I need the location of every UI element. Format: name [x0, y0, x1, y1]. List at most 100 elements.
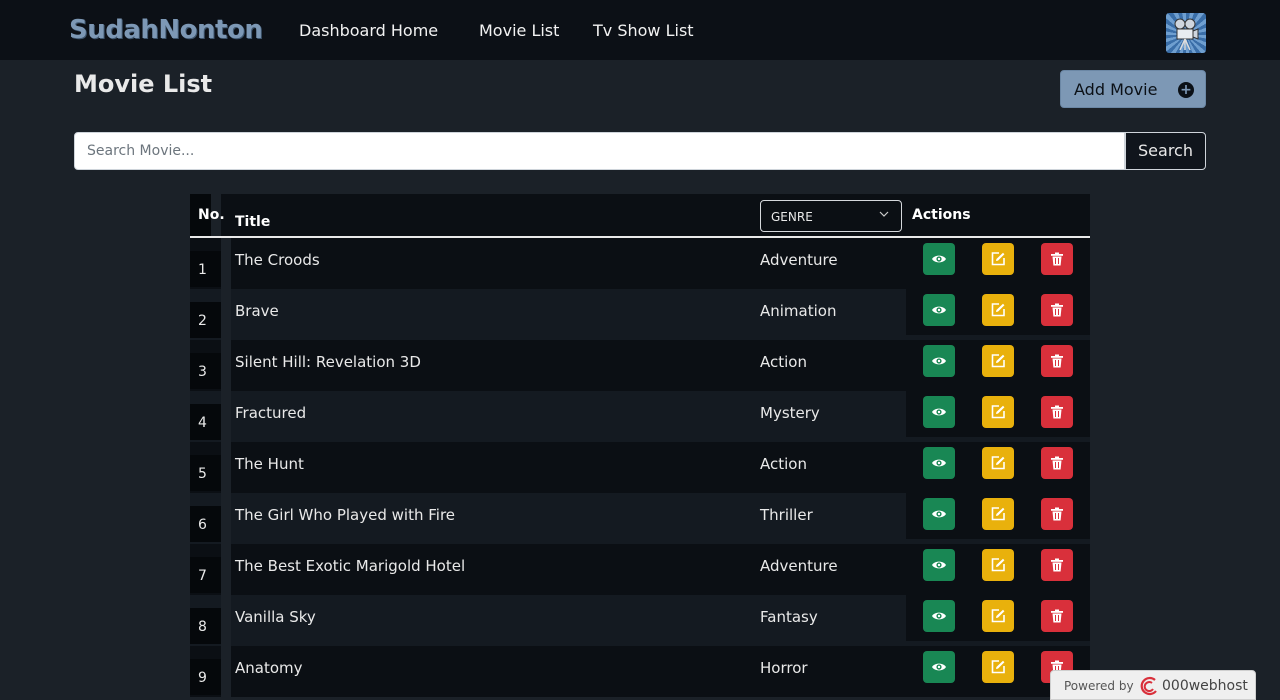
movie-genre: Fantasy [760, 608, 818, 626]
table-row: 9 Anatomy Horror [190, 646, 1090, 697]
edit-button[interactable] [982, 345, 1014, 377]
camera-icon [1174, 18, 1199, 51]
webhost-logo-icon [1140, 676, 1157, 696]
row-number-cell: 6 [190, 506, 221, 542]
movie-genre: Action [760, 353, 807, 371]
delete-button[interactable] [1041, 396, 1073, 428]
delete-button[interactable] [1041, 600, 1073, 632]
view-button[interactable] [923, 600, 955, 632]
nav-link-tv-show-list[interactable]: Tv Show List [593, 21, 694, 40]
delete-button[interactable] [1041, 447, 1073, 479]
view-button[interactable] [923, 549, 955, 581]
search-button[interactable]: Search [1125, 132, 1206, 170]
genre-select[interactable]: GENRE [760, 200, 902, 232]
header-no-label: No. [198, 207, 225, 223]
search-bar: Search [74, 132, 1206, 170]
cell-gap [221, 595, 231, 646]
host-name: 000webhost [1162, 678, 1248, 694]
table-row: 3 Silent Hill: Revelation 3D Action [190, 340, 1090, 391]
row-number: 7 [198, 568, 207, 584]
cell-gap [221, 391, 231, 442]
view-button[interactable] [923, 294, 955, 326]
edit-button[interactable] [982, 651, 1014, 683]
movie-title: Brave [235, 302, 279, 320]
avatar[interactable] [1166, 13, 1206, 53]
cell-gap [221, 544, 231, 595]
row-number-cell: 9 [190, 659, 221, 695]
row-number: 4 [198, 415, 207, 431]
delete-button[interactable] [1041, 498, 1073, 530]
chevron-down-icon [879, 211, 889, 217]
movie-genre: Mystery [760, 404, 820, 422]
view-button[interactable] [923, 396, 955, 428]
edit-button[interactable] [982, 243, 1014, 275]
edit-button[interactable] [982, 447, 1014, 479]
delete-button[interactable] [1041, 294, 1073, 326]
row-number: 1 [198, 262, 207, 278]
edit-button[interactable] [982, 600, 1014, 632]
row-number: 3 [198, 364, 207, 380]
movie-genre: Horror [760, 659, 808, 677]
movie-title: Vanilla Sky [235, 608, 316, 626]
cell-gap [221, 493, 231, 544]
movie-title: The Hunt [235, 455, 304, 473]
row-number-cell: 7 [190, 557, 221, 593]
edit-button[interactable] [982, 294, 1014, 326]
row-number-cell: 1 [190, 251, 221, 287]
navbar: SudahNonton Dashboard Home Movie List Tv… [0, 0, 1280, 60]
movie-genre: Thriller [760, 506, 813, 524]
table-header: No. Title GENRE Actions [190, 194, 1090, 238]
genre-select-value: GENRE [771, 210, 813, 224]
row-number: 5 [198, 466, 207, 482]
delete-button[interactable] [1041, 345, 1073, 377]
edit-button[interactable] [982, 549, 1014, 581]
movie-genre: Animation [760, 302, 837, 320]
powered-by-badge[interactable]: Powered by 000webhost [1050, 670, 1256, 700]
row-number-cell: 5 [190, 455, 221, 491]
row-number-cell: 2 [190, 302, 221, 338]
view-button[interactable] [923, 447, 955, 479]
cell-gap [221, 238, 231, 289]
add-movie-label: Add Movie [1074, 80, 1158, 99]
search-input[interactable] [74, 132, 1125, 170]
header-actions: Actions [912, 207, 971, 223]
edit-button[interactable] [982, 498, 1014, 530]
movie-genre: Adventure [760, 251, 838, 269]
movie-title: Silent Hill: Revelation 3D [235, 353, 421, 371]
table-row: 6 The Girl Who Played with Fire Thriller [190, 493, 1090, 544]
view-button[interactable] [923, 243, 955, 275]
row-number: 9 [198, 670, 207, 686]
row-number: 6 [198, 517, 207, 533]
cell-gap [221, 442, 231, 493]
movie-title: Anatomy [235, 659, 303, 677]
nav-link-movie-list[interactable]: Movie List [479, 21, 559, 40]
movie-title: The Girl Who Played with Fire [235, 506, 456, 524]
table-row: 4 Fractured Mystery [190, 391, 1090, 442]
view-button[interactable] [923, 345, 955, 377]
movie-genre: Adventure [760, 557, 838, 575]
row-number-cell: 3 [190, 353, 221, 389]
row-number-cell: 8 [190, 608, 221, 644]
delete-button[interactable] [1041, 243, 1073, 275]
add-movie-button[interactable]: Add Movie + [1060, 70, 1206, 108]
view-button[interactable] [923, 498, 955, 530]
plus-circle-icon: + [1178, 82, 1194, 98]
page-title: Movie List [74, 70, 213, 98]
movie-title: The Best Exotic Marigold Hotel [235, 557, 466, 575]
nav-link-dashboard-home[interactable]: Dashboard Home [299, 21, 438, 40]
row-number: 2 [198, 313, 207, 329]
movie-title: Fractured [235, 404, 307, 422]
edit-button[interactable] [982, 396, 1014, 428]
brand-logo[interactable]: SudahNonton [69, 15, 263, 45]
delete-button[interactable] [1041, 549, 1073, 581]
header-title: Title [235, 214, 271, 230]
movie-title: The Croods [235, 251, 320, 269]
row-number-cell: 4 [190, 404, 221, 440]
row-number: 8 [198, 619, 207, 635]
table-row: 7 The Best Exotic Marigold Hotel Adventure [190, 544, 1090, 595]
powered-by-label: Powered by [1064, 679, 1134, 693]
cell-gap [221, 289, 231, 340]
table-row: 1 The Croods Adventure [190, 238, 1090, 289]
table-row: 2 Brave Animation [190, 289, 1090, 340]
view-button[interactable] [923, 651, 955, 683]
